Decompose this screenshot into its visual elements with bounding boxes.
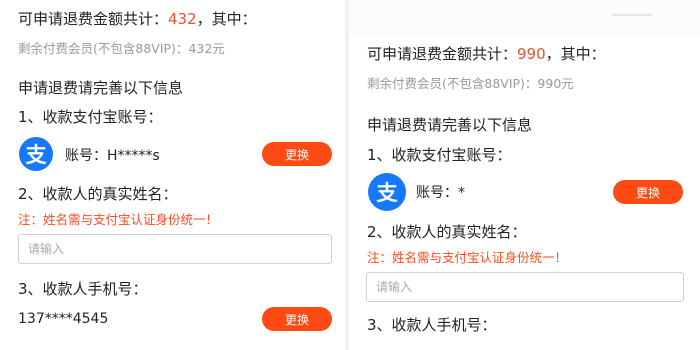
real-name-input[interactable]: 请输入 [366, 272, 684, 302]
refund-total-label: 可申请退费金额共计： [18, 10, 169, 28]
top-bar [349, 0, 700, 34]
left-refund-form: 可申请退费金额共计：432，其中： 剩余付费会员(不包含88VIP)：432元 … [0, 0, 345, 350]
real-name-heading: 2、收款人的真实姓名： [18, 185, 178, 203]
phone-heading: 3、收款人手机号： [18, 280, 148, 298]
remaining-membership-text: 剩余付费会员(不包含88VIP)：432元 [18, 41, 225, 56]
info-heading: 申请退费请完善以下信息 [367, 116, 533, 134]
refund-total-suffix: ，其中： [545, 45, 606, 63]
account-value: 账号：* [416, 185, 465, 201]
refund-total-amount: 990 [517, 45, 546, 63]
real-name-input[interactable]: 请输入 [18, 234, 332, 264]
account-value: 账号：H*****s [65, 148, 160, 164]
refund-total-label: 可申请退费金额共计： [367, 45, 518, 63]
remaining-membership-text: 剩余付费会员(不包含88VIP)：990元 [367, 76, 574, 91]
refund-total-text: 可申请退费金额共计：990，其中： [367, 43, 606, 64]
change-account-button[interactable]: 更换 [613, 180, 683, 204]
refund-total-text: 可申请退费金额共计：432，其中： [18, 8, 257, 29]
info-heading: 申请退费请完善以下信息 [18, 79, 184, 97]
phone-heading: 3、收款人手机号： [367, 316, 497, 334]
name-note: 注：姓名需与支付宝认证身份统一！ [367, 250, 568, 265]
right-refund-form: 可申请退费金额共计：990，其中： 剩余付费会员(不包含88VIP)：990元 … [349, 0, 700, 350]
change-phone-button[interactable]: 更换 [262, 307, 332, 331]
alipay-account-heading: 1、收款支付宝账号： [18, 108, 163, 126]
change-account-button[interactable]: 更换 [262, 142, 332, 166]
alipay-icon: 支 [19, 137, 53, 171]
real-name-heading: 2、收款人的真实姓名： [367, 223, 527, 241]
refund-total-suffix: ，其中： [196, 10, 257, 28]
alipay-account-heading: 1、收款支付宝账号： [367, 146, 512, 164]
alipay-icon: 支 [368, 173, 406, 211]
name-note: 注：姓名需与支付宝认证身份统一！ [18, 212, 219, 227]
phone-value: 137****4545 [18, 311, 109, 327]
refund-total-amount: 432 [168, 10, 197, 28]
